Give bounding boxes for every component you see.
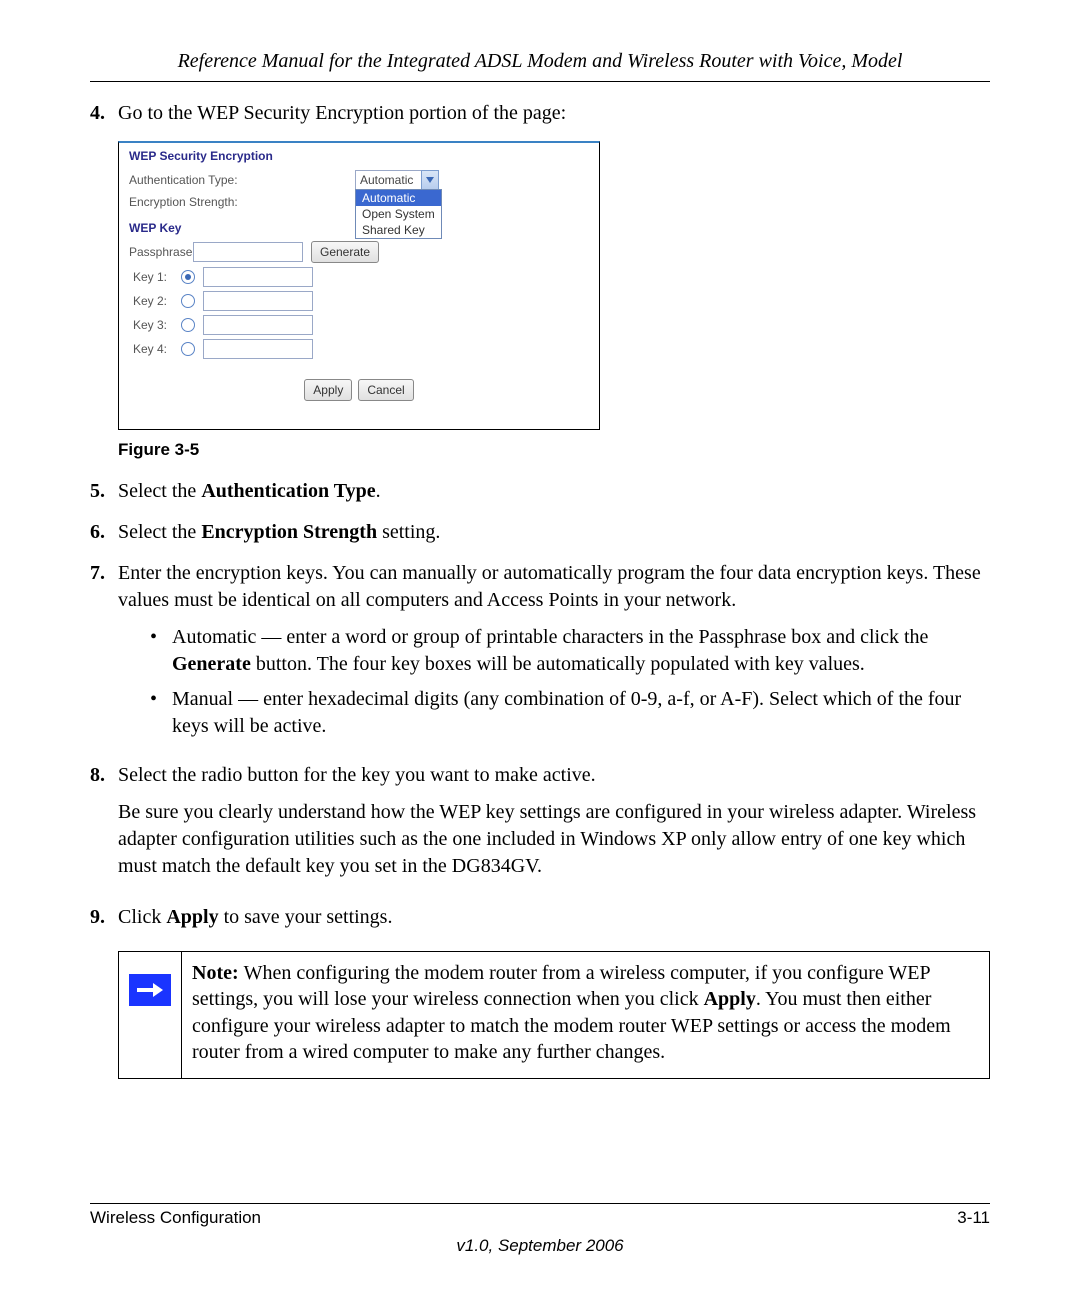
key2-input[interactable] (203, 291, 313, 311)
page-header: Reference Manual for the Integrated ADSL… (90, 50, 990, 73)
step-number: 6. (90, 519, 118, 546)
key2-radio[interactable] (181, 294, 195, 308)
key2-label: Key 2: (133, 294, 181, 308)
wep-config-panel: WEP Security Encryption Authentication T… (118, 141, 600, 430)
key2-row: Key 2: (133, 289, 589, 313)
key3-label: Key 3: (133, 318, 181, 332)
key1-radio[interactable] (181, 270, 195, 284)
key4-label: Key 4: (133, 342, 181, 356)
step-number: 9. (90, 904, 118, 931)
page-number: 3-11 (957, 1208, 990, 1228)
page-footer: Wireless Configuration 3-11 (90, 1208, 990, 1228)
step-number: 5. (90, 478, 118, 505)
key1-label: Key 1: (133, 270, 181, 284)
passphrase-input[interactable] (193, 242, 303, 262)
generate-button[interactable]: Generate (311, 241, 379, 263)
step-text: Go to the WEP Security Encryption portio… (118, 100, 990, 127)
instruction-list: 4. Go to the WEP Security Encryption por… (90, 100, 990, 127)
bullet-manual: Manual — enter hexadecimal digits (any c… (150, 686, 990, 740)
step-number: 8. (90, 762, 118, 890)
arrow-right-icon (129, 974, 171, 1006)
note-text: Note: When configuring the modem router … (182, 952, 989, 1078)
key4-input[interactable] (203, 339, 313, 359)
note-box: Note: When configuring the modem router … (118, 951, 990, 1079)
key3-input[interactable] (203, 315, 313, 335)
instruction-list-cont: 5. Select the Authentication Type. 6. Se… (90, 478, 990, 931)
step-6: 6. Select the Encryption Strength settin… (90, 519, 990, 546)
step-text: Select the Encryption Strength setting. (118, 519, 990, 546)
top-rule (90, 81, 990, 82)
bullet-automatic: Automatic — enter a word or group of pri… (150, 624, 990, 678)
footer-section: Wireless Configuration (90, 1208, 261, 1228)
footer-version: v1.0, September 2006 (90, 1236, 990, 1256)
step-number: 4. (90, 100, 118, 127)
panel-heading: WEP Security Encryption (129, 149, 589, 163)
step-text: Click Apply to save your settings. (118, 904, 990, 931)
note-icon-cell (119, 952, 182, 1078)
key4-row: Key 4: (133, 337, 589, 361)
step-9: 9. Click Apply to save your settings. (90, 904, 990, 931)
figure-label: Figure 3-5 (118, 440, 990, 460)
apply-button[interactable]: Apply (304, 379, 352, 401)
step-8: 8. Select the radio button for the key y… (90, 762, 990, 890)
passphrase-row: Passphrase: Generate (129, 239, 589, 265)
document-page: Reference Manual for the Integrated ADSL… (0, 0, 1080, 1296)
bottom-rule (90, 1203, 990, 1204)
cancel-button[interactable]: Cancel (358, 379, 413, 401)
step-7: 7. Enter the encryption keys. You can ma… (90, 560, 990, 748)
option-shared-key[interactable]: Shared Key (356, 222, 441, 238)
step-4: 4. Go to the WEP Security Encryption por… (90, 100, 990, 127)
auth-type-label: Authentication Type: (129, 173, 355, 187)
enc-strength-label: Encryption Strength: (129, 195, 355, 209)
auth-type-select[interactable]: Automatic Automatic Open System Shared K… (355, 170, 439, 190)
step-text: Enter the encryption keys. You can manua… (118, 560, 990, 748)
key3-radio[interactable] (181, 318, 195, 332)
step-5: 5. Select the Authentication Type. (90, 478, 990, 505)
chevron-down-icon[interactable] (421, 170, 439, 190)
key1-input[interactable] (203, 267, 313, 287)
option-automatic[interactable]: Automatic (356, 190, 441, 206)
auth-type-options[interactable]: Automatic Open System Shared Key (355, 189, 442, 239)
panel-actions: Apply Cancel (119, 361, 599, 429)
step-number: 7. (90, 560, 118, 748)
step-text: Select the radio button for the key you … (118, 762, 990, 890)
step-text: Select the Authentication Type. (118, 478, 990, 505)
sub-bullets: Automatic — enter a word or group of pri… (150, 624, 990, 740)
auth-type-row: Authentication Type: Automatic Automatic… (129, 169, 589, 191)
key4-radio[interactable] (181, 342, 195, 356)
key3-row: Key 3: (133, 313, 589, 337)
option-open-system[interactable]: Open System (356, 206, 441, 222)
passphrase-label: Passphrase: (129, 245, 193, 259)
key1-row: Key 1: (133, 265, 589, 289)
